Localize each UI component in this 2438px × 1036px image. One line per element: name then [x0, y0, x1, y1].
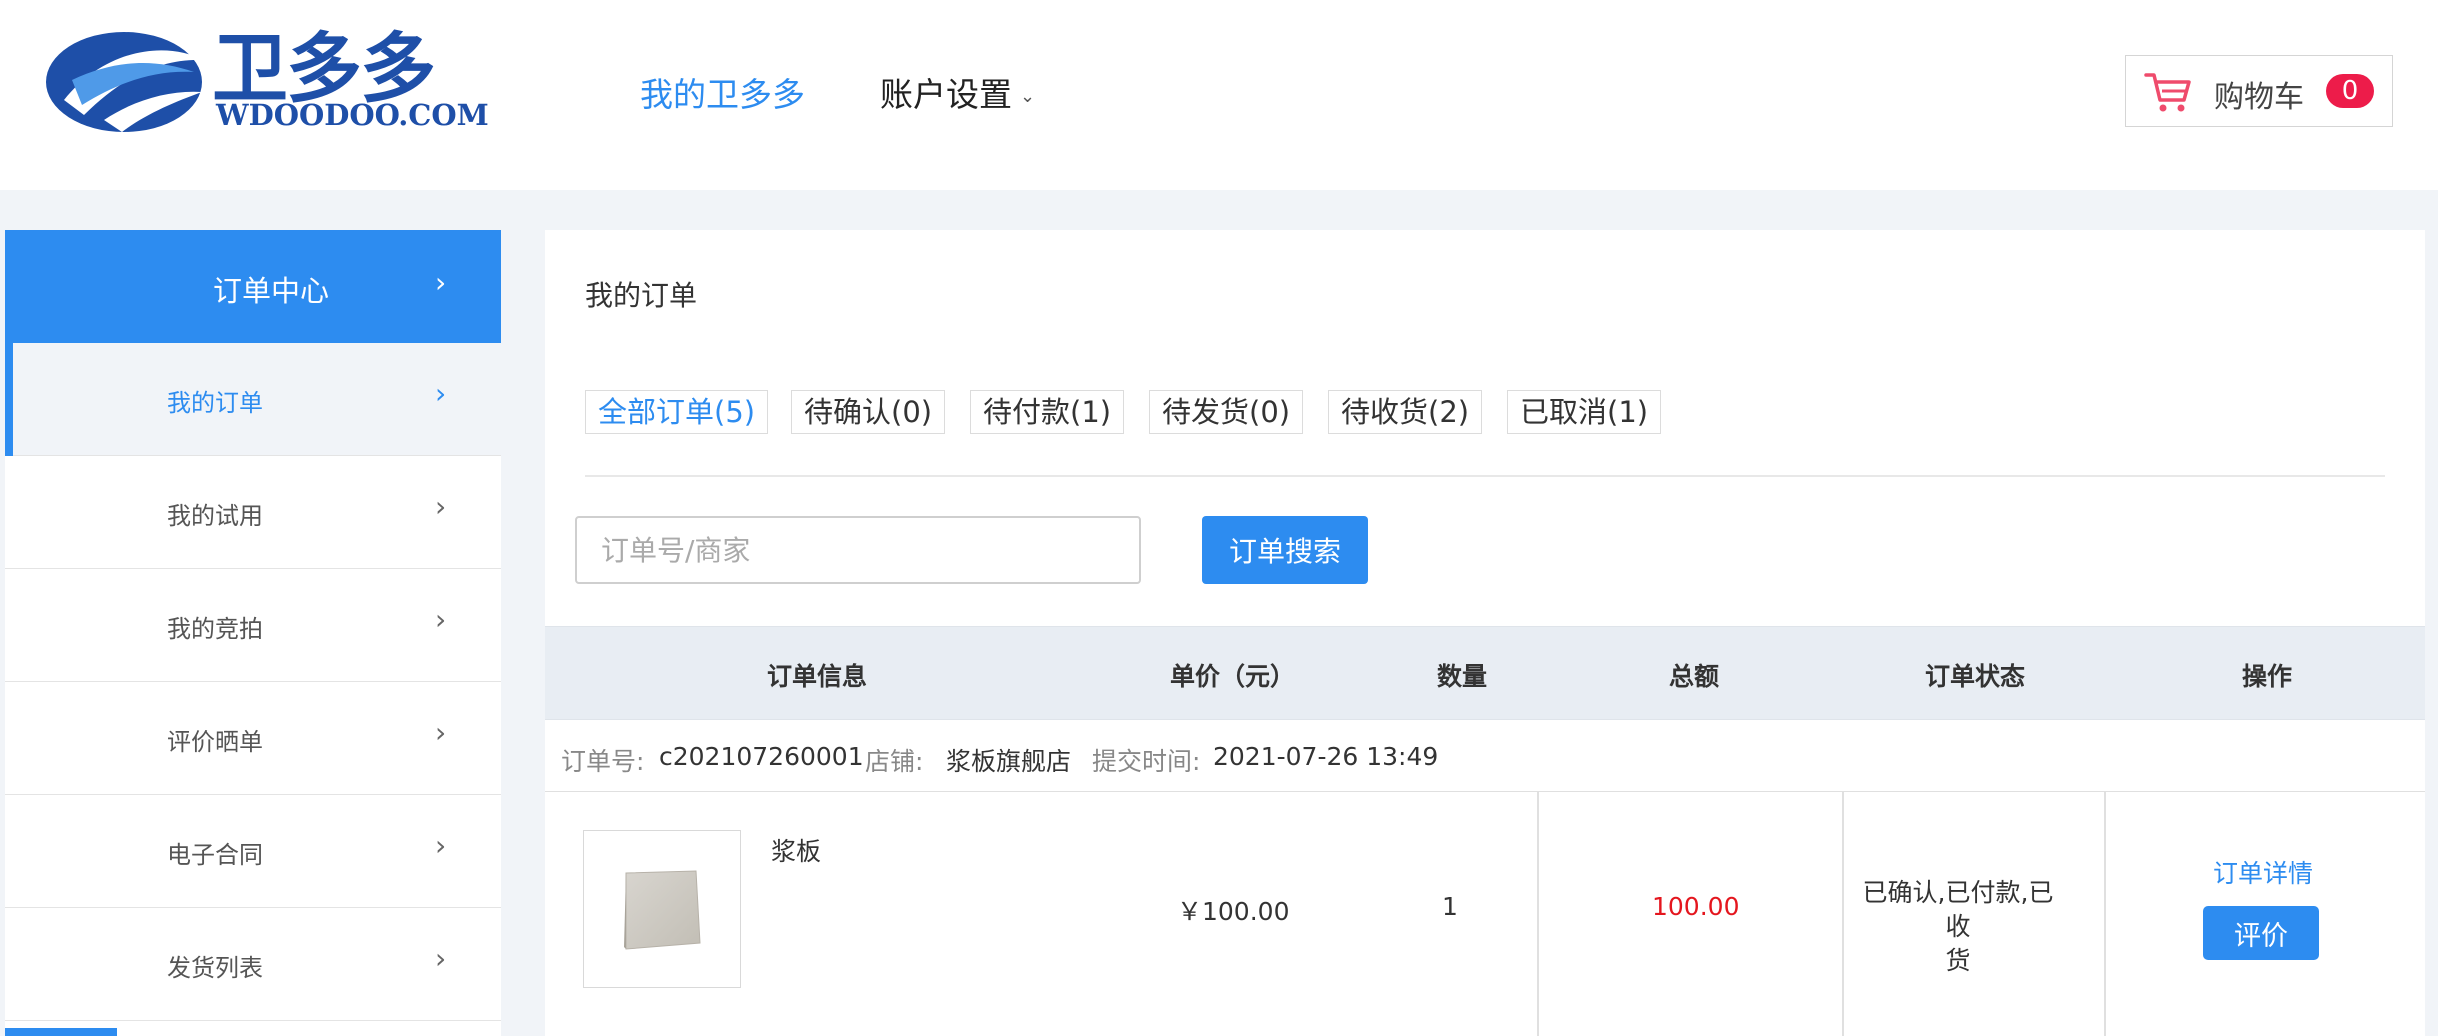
sidebar-item-my-auctions[interactable]: 我的竞拍 › [5, 569, 501, 682]
column-header-actions: 操作 [2242, 662, 2293, 691]
column-divider [1842, 792, 1844, 1036]
table-row: 浆板 ￥100.00 1 100.00 已确认,已付款,已收 货 订单详情 评价 [545, 792, 2425, 1036]
order-search-button[interactable]: 订单搜索 [1202, 516, 1368, 584]
sidebar-item-my-orders[interactable]: 我的订单 › [5, 343, 501, 456]
logo-text-en: WDOODOO.COM [216, 98, 489, 132]
chevron-right-icon: › [435, 490, 447, 523]
product-image [624, 870, 701, 950]
tab-cancelled[interactable]: 已取消(1) [1507, 390, 1662, 434]
main-panel: 我的订单 全部订单(5) 待确认(0) 待付款(1) 待发货(0) 待收货(2)… [545, 230, 2425, 1036]
column-header-unit-price: 单价（元） [1170, 662, 1296, 691]
column-header-status: 订单状态 [1925, 662, 2026, 691]
site-logo[interactable]: 卫多多 WDOODOO.COM [44, 20, 489, 140]
product-name[interactable]: 浆板 [771, 832, 821, 868]
tab-pending-shipment[interactable]: 待发货(0) [1149, 390, 1304, 434]
sidebar-item-label: 我的竞拍 [167, 615, 263, 643]
sidebar-item-label: 我的订单 [167, 389, 263, 417]
order-no-label: 订单号: [561, 747, 645, 776]
orders-table-header: 订单信息 单价（元） 数量 总额 订单状态 操作 [545, 626, 2425, 720]
order-status-line-1: 已确认,已付款,已收 [1862, 878, 2054, 941]
column-header-total: 总额 [1669, 662, 1720, 691]
cart-icon [2144, 70, 2192, 118]
cart-button[interactable]: 购物车 0 [2125, 55, 2393, 127]
order-no: c202107260001 [659, 742, 864, 771]
sidebar-item-reviews[interactable]: 评价晒单 › [5, 682, 501, 795]
sidebar-item-label: 电子合同 [167, 841, 263, 869]
page-title: 我的订单 [585, 279, 698, 312]
tab-pending-payment[interactable]: 待付款(1) [970, 390, 1125, 434]
chevron-right-icon: › [435, 266, 447, 299]
chevron-right-icon: › [435, 942, 447, 975]
sidebar-item-label: 我的试用 [167, 502, 263, 530]
tab-pending-receipt[interactable]: 待收货(2) [1328, 390, 1483, 434]
order-status: 已确认,已付款,已收 货 [1855, 876, 2061, 978]
cart-label: 购物车 [2214, 80, 2304, 115]
column-header-order-info: 订单信息 [767, 662, 868, 691]
tab-all-orders[interactable]: 全部订单(5) [585, 390, 769, 434]
tab-pending-confirm[interactable]: 待确认(0) [791, 390, 946, 434]
shop-name: 浆板旗舰店 [946, 747, 1072, 776]
order-meta-row: 订单号: c202107260001 店铺: 浆板旗舰店 提交时间: 2021-… [545, 720, 2425, 792]
sidebar-item-label: 发货列表 [167, 954, 263, 982]
review-button[interactable]: 评价 [2203, 906, 2319, 960]
chevron-right-icon: › [435, 377, 447, 410]
sidebar-next-item-accent [5, 1028, 117, 1036]
sidebar-header-label: 订单中心 [213, 274, 330, 308]
sidebar-header-order-center[interactable]: 订单中心 › [5, 230, 501, 343]
logo-leaf-icon [46, 32, 204, 132]
sidebar: 订单中心 › 我的订单 › 我的试用 › 我的竞拍 › 评价晒单 › 电子合同 … [5, 230, 501, 1036]
unit-price: ￥100.00 [1177, 897, 1290, 926]
column-header-quantity: 数量 [1437, 662, 1488, 691]
column-divider [1537, 792, 1539, 1036]
sidebar-item-label: 评价晒单 [167, 728, 263, 756]
submit-time-label: 提交时间: [1092, 747, 1201, 776]
chevron-right-icon: › [435, 603, 447, 636]
nav-account-settings[interactable]: 账户设置 ⌄ [880, 68, 1035, 116]
quantity: 1 [1442, 892, 1458, 921]
sidebar-item-e-contracts[interactable]: 电子合同 › [5, 795, 501, 908]
tabs-divider [585, 475, 2385, 477]
column-divider [2104, 792, 2106, 1036]
order-status-line-2: 货 [1945, 946, 1971, 975]
top-header: 卫多多 WDOODOO.COM 我的卫多多 账户设置 ⌄ 购物车 0 [0, 0, 2438, 190]
submit-time: 2021-07-26 13:49 [1213, 742, 1439, 771]
order-detail-link[interactable]: 订单详情 [2213, 854, 2313, 890]
chevron-right-icon: › [435, 829, 447, 862]
product-thumbnail[interactable] [583, 830, 741, 988]
order-search-input[interactable] [575, 516, 1141, 584]
nav-my-wdoodoo[interactable]: 我的卫多多 [640, 68, 805, 116]
nav-account-label: 账户设置 [880, 75, 1012, 114]
sidebar-item-my-trials[interactable]: 我的试用 › [5, 456, 501, 569]
chevron-right-icon: › [435, 716, 447, 749]
sidebar-item-shipping-list[interactable]: 发货列表 › [5, 908, 501, 1021]
cart-count-badge: 0 [2326, 74, 2374, 108]
total-amount: 100.00 [1652, 892, 1740, 921]
shop-label: 店铺: [865, 747, 924, 776]
chevron-down-icon: ⌄ [1020, 86, 1036, 107]
